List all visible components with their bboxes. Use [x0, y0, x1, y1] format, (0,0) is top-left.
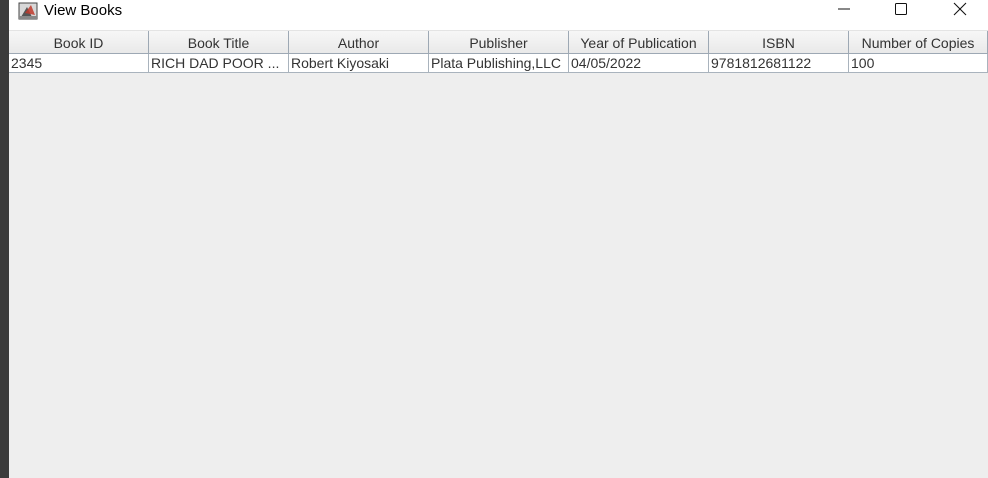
cell-number-of-copies[interactable]: 100: [849, 54, 988, 72]
view-books-window: View Books Book ID Book Title Author Pub…: [9, 0, 988, 478]
maximize-icon: [894, 2, 908, 21]
close-button[interactable]: [931, 0, 988, 22]
column-header-number-of-copies[interactable]: Number of Copies: [849, 31, 988, 53]
background-window-edge: [0, 0, 9, 478]
window-title: View Books: [44, 2, 123, 19]
close-icon: [953, 2, 967, 21]
cell-isbn[interactable]: 9781812681122: [709, 54, 849, 72]
column-header-publisher[interactable]: Publisher: [429, 31, 569, 53]
cell-year-of-publication[interactable]: 04/05/2022: [569, 54, 709, 72]
maximize-button[interactable]: [872, 0, 930, 22]
table-header: Book ID Book Title Author Publisher Year…: [9, 30, 988, 54]
column-header-book-title[interactable]: Book Title: [149, 31, 289, 53]
column-header-year-of-publication[interactable]: Year of Publication: [569, 31, 709, 53]
column-header-book-id[interactable]: Book ID: [9, 31, 149, 53]
books-table[interactable]: Book ID Book Title Author Publisher Year…: [9, 30, 988, 73]
cell-author[interactable]: Robert Kiyosaki: [289, 54, 429, 72]
minimize-icon: [837, 2, 851, 21]
cell-publisher[interactable]: Plata Publishing,LLC: [429, 54, 569, 72]
table-row[interactable]: 2345 RICH DAD POOR ... Robert Kiyosaki P…: [9, 54, 988, 73]
column-header-isbn[interactable]: ISBN: [709, 31, 849, 53]
cell-book-title[interactable]: RICH DAD POOR ...: [149, 54, 289, 72]
column-header-author[interactable]: Author: [289, 31, 429, 53]
java-app-icon: [18, 1, 38, 21]
title-bar[interactable]: View Books: [9, 0, 988, 30]
minimize-button[interactable]: [815, 0, 873, 22]
cell-book-id[interactable]: 2345: [9, 54, 149, 72]
